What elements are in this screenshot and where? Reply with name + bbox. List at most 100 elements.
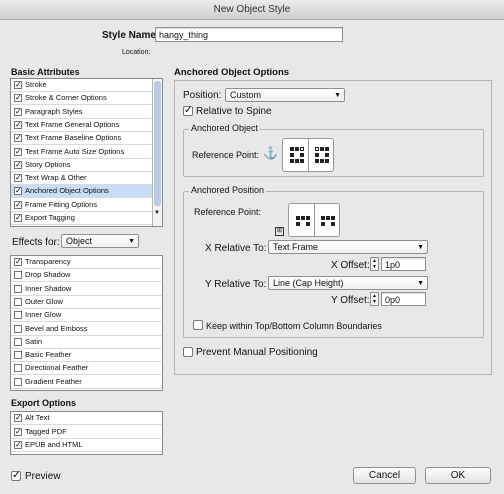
list-item-checkbox[interactable]: ✓ [14,120,22,129]
ref-dot[interactable] [325,147,329,151]
position-select[interactable]: Custom ▼ [225,88,345,102]
list-item-checkbox[interactable]: ✓ [14,147,22,156]
basic-attributes-scrollbar[interactable]: ▼ [152,79,162,226]
list-item[interactable]: Bevel and Emboss [11,322,162,336]
list-item-checkbox[interactable]: ✓ [14,441,22,449]
list-item[interactable]: Gradient Feather [11,375,162,389]
ref-dot[interactable] [301,216,305,220]
list-item-label: Stroke [25,80,47,89]
ref-dot[interactable] [325,159,329,163]
ref-dot[interactable] [325,153,329,157]
list-item[interactable]: Directional Feather [11,362,162,376]
ref-dot[interactable] [331,222,335,226]
ref-dot[interactable] [321,216,325,220]
list-item-checkbox[interactable]: ✓ [14,160,22,169]
list-item[interactable]: ✓ Story Options [11,158,152,172]
list-item-checkbox[interactable]: ✓ [14,214,22,222]
y-offset-input[interactable]: 0p0 [381,292,426,306]
list-item-label: Paragraph Styles [25,106,83,116]
ref-dot[interactable] [315,159,319,163]
ref-dot[interactable] [331,216,335,220]
ref-dot[interactable] [315,153,319,157]
ref-dot[interactable] [290,153,294,157]
ref-dot[interactable] [326,216,330,220]
effects-for-select[interactable]: Object ▼ [61,234,139,248]
list-item[interactable]: ✓ EPUB and HTML [11,439,162,452]
ref-dot[interactable] [300,153,304,157]
relative-to-spine-checkbox[interactable]: ✓ [183,106,193,116]
ref-dot[interactable] [321,222,325,226]
list-item[interactable]: ✓ Paragraph Styles [11,105,152,119]
keep-within-label: Keep within Top/Bottom Column Boundaries [206,321,382,331]
list-item-checkbox[interactable] [14,297,22,306]
prevent-manual-checkbox[interactable] [183,347,193,357]
ref-dot[interactable] [306,222,310,226]
ref-dot[interactable] [320,159,324,163]
y-relative-select[interactable]: Line (Cap Height) ▼ [268,276,428,290]
ref-dot-selected[interactable] [315,147,319,151]
list-item-label: Transparency [25,257,71,266]
list-item-checkbox[interactable]: ✓ [14,187,22,196]
list-item-checkbox[interactable]: ✓ [14,107,22,116]
list-item[interactable]: ✓ Export Tagging [11,212,152,225]
ref-dot[interactable] [295,159,299,163]
list-item-checkbox[interactable] [14,337,22,346]
ref-dot[interactable] [290,147,294,151]
list-item[interactable]: ✓ Transparency [11,256,162,269]
list-item-checkbox[interactable]: ✓ [14,200,22,209]
list-item-checkbox[interactable]: ✓ [14,174,22,183]
list-item-checkbox[interactable] [14,351,22,360]
ref-dot[interactable] [295,147,299,151]
list-item-checkbox[interactable] [14,271,22,280]
x-relative-select[interactable]: Text Frame ▼ [268,240,428,254]
scroll-down-icon[interactable]: ▼ [154,210,160,216]
list-item-checkbox[interactable]: ✓ [14,81,22,89]
ref-dot[interactable] [296,222,300,226]
list-item[interactable]: Inner Glow [11,309,162,323]
ref-dot-selected[interactable] [300,147,304,151]
list-item-checkbox[interactable]: ✓ [14,94,22,103]
location-label: Location: [122,49,151,56]
list-item-checkbox[interactable]: ✓ [14,427,22,436]
list-item-checkbox[interactable] [14,311,22,320]
style-name-input[interactable]: hangy_thing [155,27,343,42]
ref-dot[interactable] [306,216,310,220]
list-item[interactable]: ✓ Alt Text [11,412,162,425]
x-offset-stepper[interactable]: ▲ ▼ [370,257,379,271]
anchored-position-reference-point[interactable] [288,203,340,237]
list-item[interactable]: ✓ Stroke & Corner Options [11,92,152,106]
list-item[interactable]: ✓ Tagged PDF [11,425,162,439]
ref-dot[interactable] [296,216,300,220]
x-offset-input[interactable]: 1p0 [381,257,426,271]
ref-dot[interactable] [290,159,294,163]
ok-button[interactable]: OK [425,467,491,484]
list-item-checkbox[interactable]: ✓ [14,414,22,422]
list-item[interactable]: Inner Shadow [11,282,162,296]
ref-dot[interactable] [300,159,304,163]
ref-dot[interactable] [320,147,324,151]
list-item-checkbox[interactable] [14,324,22,333]
preview-checkbox[interactable]: ✓ [11,471,21,481]
spine-line [314,204,315,236]
list-item-checkbox[interactable]: ✓ [14,134,22,143]
keep-within-checkbox[interactable] [193,320,203,330]
list-item-checkbox[interactable] [14,284,22,293]
list-item[interactable]: Satin [11,335,162,349]
list-item-checkbox[interactable] [14,364,22,373]
scroll-thumb[interactable] [154,81,161,206]
list-item[interactable]: ✓ Text Wrap & Other [11,172,152,186]
list-item[interactable]: ✓ Frame Fitting Options [11,198,152,212]
list-item[interactable]: ✓ Anchored Object Options [11,185,152,199]
anchored-object-reference-point[interactable] [282,138,334,172]
y-offset-stepper[interactable]: ▲ ▼ [370,292,379,306]
list-item[interactable]: Outer Glow [11,295,162,309]
list-item[interactable]: ✓ Text Frame Auto Size Options [11,145,152,159]
list-item[interactable]: Basic Feather [11,349,162,363]
list-item[interactable]: Drop Shadow [11,269,162,283]
cancel-button[interactable]: Cancel [353,467,416,484]
list-item[interactable]: ✓ Text Frame General Options [11,118,152,132]
list-item-checkbox[interactable]: ✓ [14,258,22,266]
list-item[interactable]: ✓ Stroke [11,79,152,92]
list-item-checkbox[interactable] [14,377,22,386]
list-item[interactable]: ✓ Text Frame Baseline Options [11,132,152,146]
